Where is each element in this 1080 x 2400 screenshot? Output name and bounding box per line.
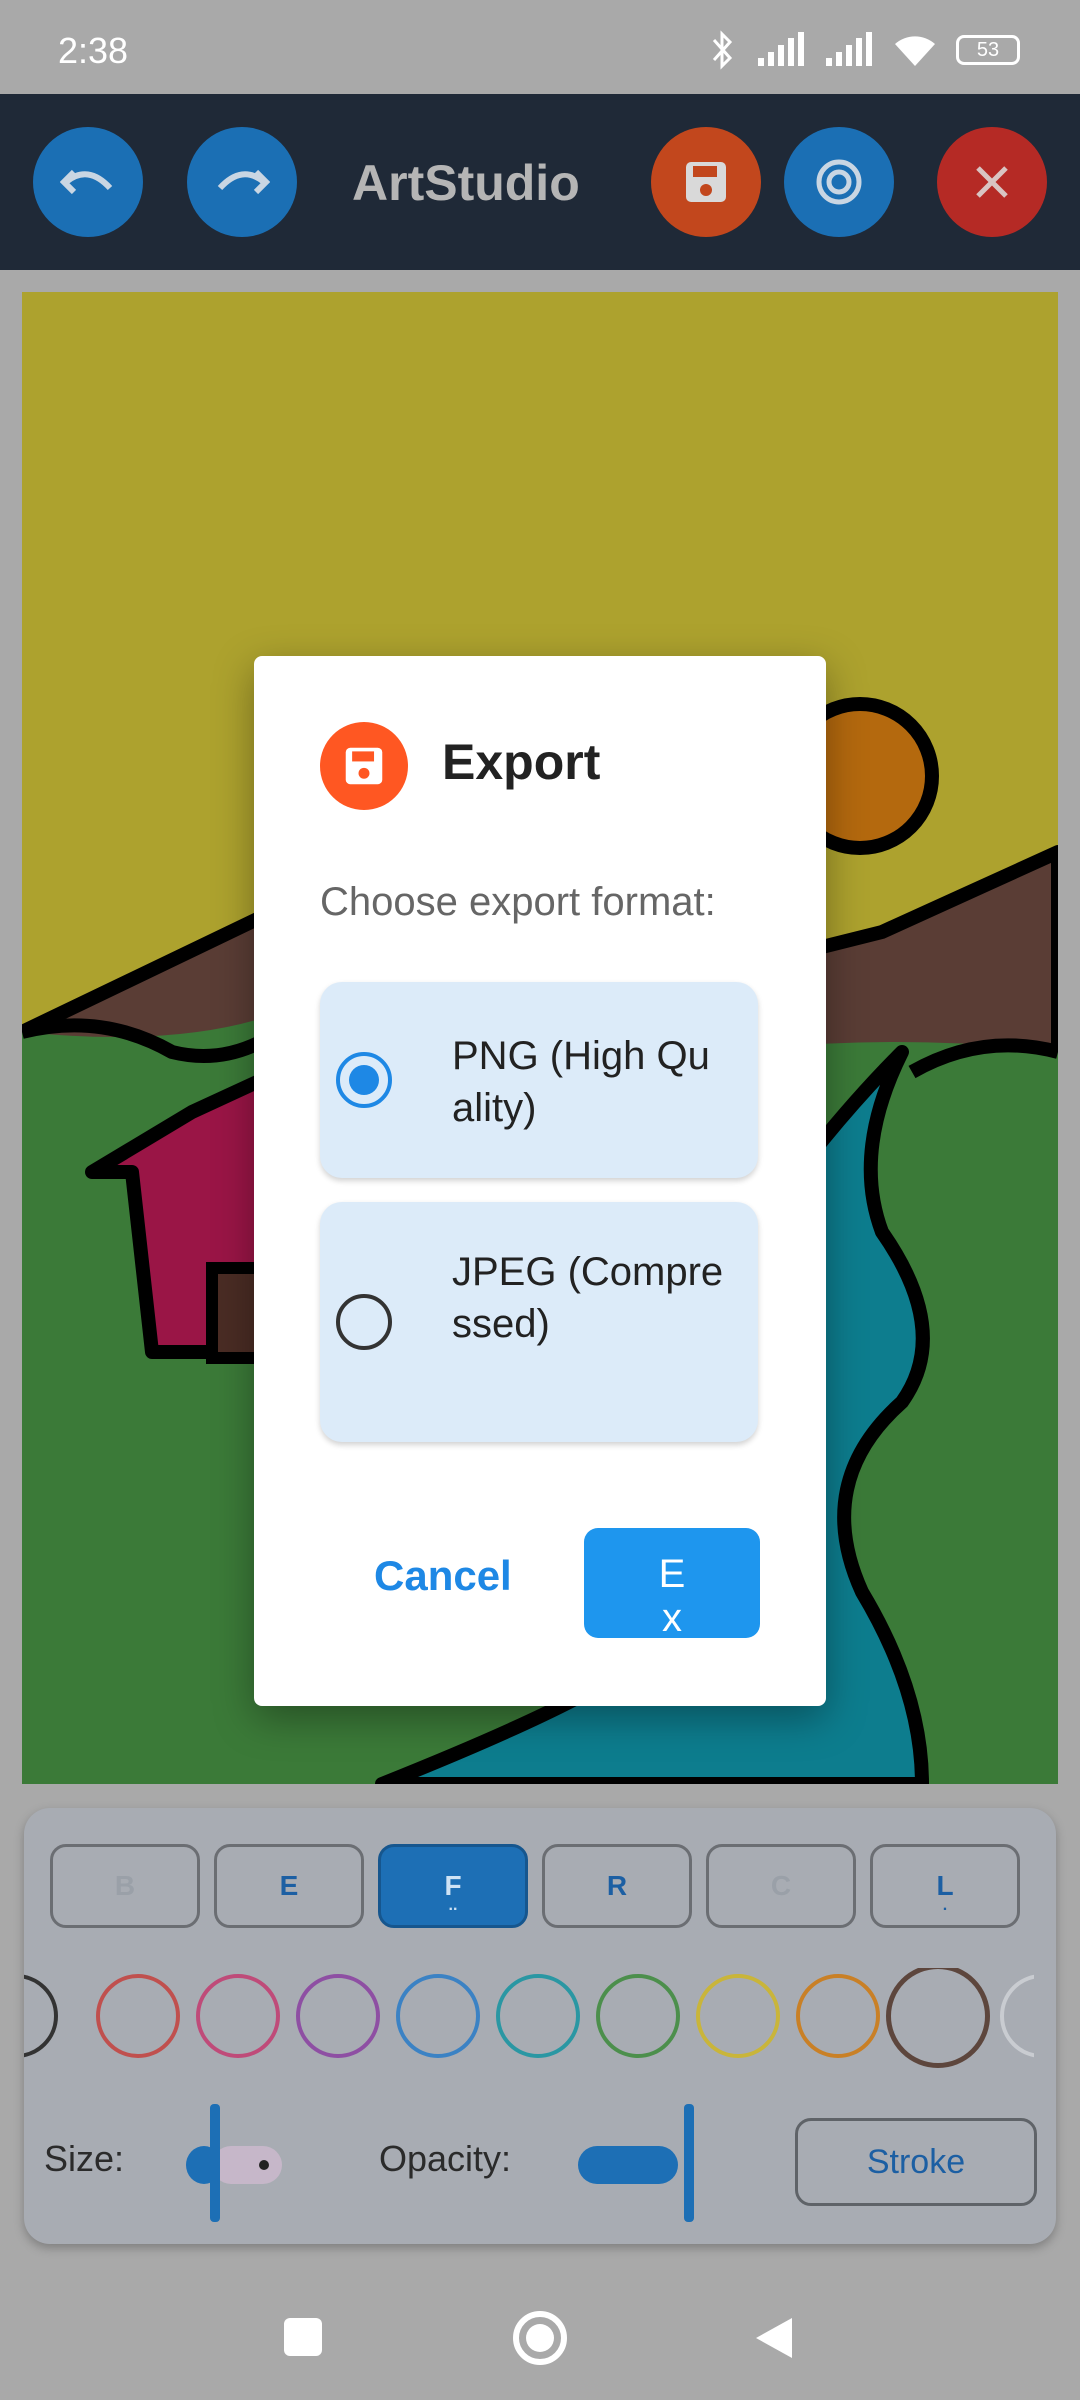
color-palette <box>24 1968 1034 2068</box>
radio-selected[interactable] <box>336 1052 392 1108</box>
dialog-prompt: Choose export format: <box>320 880 716 924</box>
signal-icon <box>758 32 804 66</box>
option-jpeg[interactable]: JPEG (Compressed) <box>320 1202 758 1442</box>
status-time: 2:38 <box>58 30 129 71</box>
brush-label: R <box>606 1870 628 1901</box>
top-app-bar: ArtStudio <box>0 94 1080 270</box>
battery-level: 53 <box>976 38 1000 61</box>
brush-button-c[interactable]: C <box>706 1844 856 1928</box>
status-bar: 2:38 53 <box>0 0 1080 94</box>
recents-icon[interactable] <box>282 2316 324 2358</box>
save-icon <box>686 162 726 202</box>
wifi-icon <box>895 36 935 66</box>
save-icon <box>345 747 383 785</box>
opacity-label: Opacity: <box>379 2138 512 2179</box>
brush-button-b[interactable]: B <box>50 1844 200 1928</box>
dialog-title: Export Drawing <box>442 734 639 798</box>
home-icon[interactable] <box>510 2308 570 2368</box>
color-swatch-black[interactable] <box>24 1974 58 2058</box>
tools-panel: B E F.. R C L. Size: Opacity: Stroke <box>24 1808 1056 2244</box>
close-button[interactable] <box>937 127 1047 237</box>
brush-button-l[interactable]: L. <box>870 1844 1020 1928</box>
color-swatch-pink[interactable] <box>196 1974 280 2058</box>
brush-row: B E F.. R C L. <box>50 1844 1020 1928</box>
option-png[interactable]: PNG (High Quality) <box>320 982 758 1178</box>
cancel-button[interactable]: Cancel <box>374 1552 512 1600</box>
bluetooth-icon <box>712 30 733 70</box>
stroke-button[interactable]: Stroke <box>795 2118 1037 2206</box>
active-dot: .. <box>448 1897 458 1914</box>
system-nav-bar <box>0 2260 1080 2400</box>
brush-button-r[interactable]: R <box>542 1844 692 1928</box>
undo-button[interactable] <box>33 127 143 237</box>
brush-label: E <box>279 1870 299 1901</box>
target-icon <box>816 159 862 205</box>
redo-icon <box>217 169 270 195</box>
export-dialog: Export Drawing Choose export format: PNG… <box>254 656 826 1706</box>
stroke-label: Stroke <box>866 2142 966 2181</box>
dialog-save-icon-container <box>320 722 408 810</box>
dot: . <box>942 1897 948 1914</box>
color-swatch-purple[interactable] <box>296 1974 380 2058</box>
undo-icon <box>60 169 113 195</box>
brush-label: B <box>114 1870 136 1901</box>
color-swatch-brown[interactable] <box>886 1968 990 2068</box>
save-button[interactable] <box>651 127 761 237</box>
color-swatch-green[interactable] <box>596 1974 680 2058</box>
color-swatch-orange[interactable] <box>796 1974 880 2058</box>
option-label: PNG (High Quality) <box>452 1034 710 1130</box>
size-label: Size: <box>44 2138 125 2179</box>
export-label: Export <box>658 1552 686 1638</box>
color-swatch-cyan[interactable] <box>496 1974 580 2058</box>
option-label: JPEG (Compressed) <box>452 1250 724 1346</box>
app-title: ArtStudio <box>352 155 580 211</box>
export-button[interactable]: Export <box>584 1528 760 1638</box>
size-slider[interactable] <box>180 2098 320 2228</box>
close-icon <box>976 166 1008 198</box>
redo-button[interactable] <box>187 127 297 237</box>
layers-button[interactable] <box>784 127 894 237</box>
color-swatch-blue[interactable] <box>396 1974 480 2058</box>
brush-button-e[interactable]: E <box>214 1844 364 1928</box>
status-icons: 53 <box>708 30 1020 70</box>
radio-unselected[interactable] <box>336 1294 392 1350</box>
opacity-slider[interactable] <box>574 2098 714 2228</box>
color-swatch-yellow[interactable] <box>696 1974 780 2058</box>
battery-icon: 53 <box>956 35 1020 65</box>
color-swatch-red[interactable] <box>96 1974 180 2058</box>
back-icon[interactable] <box>752 2314 796 2362</box>
color-swatch-white[interactable] <box>1000 1974 1034 2058</box>
brush-button-f[interactable]: F.. <box>378 1844 528 1928</box>
signal-icon-2 <box>826 32 872 66</box>
brush-label: C <box>770 1870 792 1901</box>
